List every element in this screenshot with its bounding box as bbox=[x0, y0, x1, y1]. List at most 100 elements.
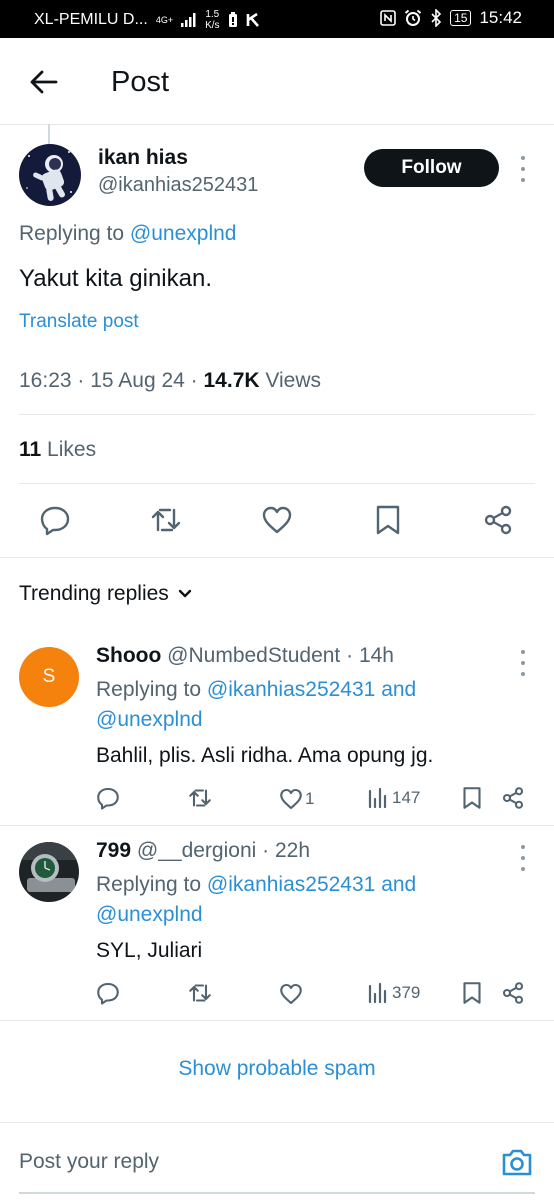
reply-header: Shooo @NumbedStudent · 14h bbox=[96, 644, 394, 667]
astronaut-avatar-image bbox=[19, 144, 81, 206]
reply-more-options-icon[interactable] bbox=[518, 845, 528, 871]
author-handle[interactable]: @ikanhias252431 bbox=[98, 174, 258, 197]
post-date[interactable]: 15 Aug 24 bbox=[90, 369, 185, 392]
reply-avatar[interactable] bbox=[19, 842, 79, 902]
signal-icon bbox=[181, 13, 196, 27]
trending-label: Trending replies bbox=[19, 582, 169, 605]
like-icon bbox=[280, 788, 302, 810]
back-arrow-icon[interactable] bbox=[28, 66, 60, 98]
composer-underline bbox=[19, 1192, 535, 1194]
chevron-down-icon bbox=[178, 589, 192, 598]
reply-replying-to-cont: @unexplnd bbox=[96, 903, 203, 927]
likes-summary[interactable]: 11 Likes bbox=[19, 438, 96, 462]
mention-link[interactable]: @ikanhias252431 bbox=[207, 678, 375, 701]
mention-link[interactable]: @unexplnd bbox=[96, 708, 203, 731]
header-divider bbox=[0, 124, 554, 125]
like-count: 1 bbox=[305, 789, 315, 808]
clock: 15:42 bbox=[479, 8, 522, 27]
likes-label: Likes bbox=[47, 438, 97, 461]
reply-avatar[interactable]: S bbox=[19, 647, 79, 707]
reply-views-stat[interactable]: 147 bbox=[368, 787, 420, 809]
app-k-icon bbox=[246, 13, 259, 27]
battery-saver-icon bbox=[228, 12, 237, 27]
alarm-icon bbox=[404, 9, 422, 26]
bookmark-icon[interactable] bbox=[372, 504, 404, 536]
reply-replying-to-cont: @unexplnd bbox=[96, 708, 203, 732]
reply-divider bbox=[0, 1020, 554, 1021]
analytics-icon bbox=[368, 787, 387, 809]
reply-replying-to: Replying to @ikanhias252431 and bbox=[96, 873, 416, 897]
network-type: 4G+ bbox=[155, 14, 174, 25]
repost-icon[interactable] bbox=[188, 786, 212, 810]
mention-and: and bbox=[381, 873, 417, 896]
reply-icon[interactable] bbox=[96, 786, 120, 810]
reply-divider bbox=[0, 825, 554, 826]
trending-replies-dropdown[interactable]: Trending replies bbox=[19, 582, 193, 606]
reply-text: Bahlil, plis. Asli ridha. Ama opung jg. bbox=[96, 744, 434, 767]
views-count: 379 bbox=[392, 983, 421, 1002]
views-label: Views bbox=[265, 369, 322, 392]
author-name[interactable]: ikan hias bbox=[98, 146, 188, 170]
replying-prefix: Replying to bbox=[19, 222, 125, 245]
mention-link[interactable]: @unexplnd bbox=[130, 222, 237, 245]
reply-author-name[interactable]: 799 bbox=[96, 839, 131, 862]
composer-divider bbox=[0, 1122, 554, 1123]
thread-connector bbox=[48, 124, 50, 144]
page-title: Post bbox=[111, 66, 170, 98]
more-options-icon[interactable] bbox=[518, 156, 528, 182]
replying-to: Replying to @unexplnd bbox=[19, 222, 236, 246]
show-probable-spam-button[interactable]: Show probable spam bbox=[0, 1057, 554, 1081]
repost-icon[interactable] bbox=[150, 504, 182, 536]
network-speed: 1.5 K/s bbox=[205, 9, 219, 31]
bookmark-icon[interactable] bbox=[460, 786, 484, 810]
reply-views-stat[interactable]: 379 bbox=[368, 982, 420, 1004]
reply-icon[interactable] bbox=[96, 981, 120, 1005]
post-meta: 16:23 · 15 Aug 24 · 14.7K Views bbox=[19, 369, 322, 392]
follow-button[interactable]: Follow bbox=[364, 149, 499, 187]
likes-divider bbox=[19, 483, 535, 484]
like-icon[interactable] bbox=[261, 504, 293, 536]
reply-age: 22h bbox=[274, 839, 311, 862]
top-app-bar: Post bbox=[0, 38, 554, 124]
nfc-icon bbox=[380, 10, 396, 26]
watch-avatar-image bbox=[19, 842, 79, 902]
actions-divider bbox=[0, 557, 554, 558]
bluetooth-icon bbox=[431, 9, 442, 27]
post-time[interactable]: 16:23 bbox=[19, 369, 72, 392]
reply-more-options-icon[interactable] bbox=[518, 650, 528, 676]
views-count: 14.7K bbox=[203, 369, 260, 392]
camera-icon[interactable] bbox=[500, 1146, 534, 1178]
reply-age: 14h bbox=[358, 644, 394, 667]
reply-text: SYL, Juliari bbox=[96, 939, 203, 962]
battery-indicator: 15 bbox=[450, 10, 472, 26]
translate-post-link[interactable]: Translate post bbox=[19, 311, 139, 333]
reply-like-stat[interactable] bbox=[279, 982, 305, 1006]
repost-icon[interactable] bbox=[188, 981, 212, 1005]
author-avatar[interactable] bbox=[19, 144, 81, 206]
bookmark-icon[interactable] bbox=[460, 981, 484, 1005]
share-icon[interactable] bbox=[501, 786, 525, 810]
meta-divider bbox=[19, 414, 535, 415]
reply-author-handle[interactable]: @NumbedStudent bbox=[167, 644, 340, 667]
share-icon[interactable] bbox=[482, 504, 514, 536]
reply-input[interactable] bbox=[19, 1150, 469, 1174]
status-bar: XL-PEMILU D... 4G+ 1.5 K/s 15 15:42 bbox=[0, 0, 554, 38]
views-count: 147 bbox=[392, 788, 421, 807]
reply-author-name[interactable]: Shooo bbox=[96, 644, 161, 667]
reply-header: 799 @__dergioni · 22h bbox=[96, 839, 311, 862]
share-icon[interactable] bbox=[501, 981, 525, 1005]
like-icon bbox=[280, 983, 302, 1005]
replying-prefix: Replying to bbox=[96, 873, 202, 896]
likes-count: 11 bbox=[19, 438, 42, 461]
post-text: Yakut kita ginikan. bbox=[19, 265, 212, 292]
speed-unit: K/s bbox=[205, 20, 220, 31]
carrier-name: XL-PEMILU D... bbox=[34, 11, 148, 28]
reply-like-stat[interactable]: 1 bbox=[279, 787, 314, 811]
mention-and: and bbox=[381, 678, 417, 701]
reply-author-handle[interactable]: @__dergioni bbox=[137, 839, 256, 862]
reply-icon[interactable] bbox=[39, 504, 71, 536]
mention-link[interactable]: @ikanhias252431 bbox=[207, 873, 375, 896]
speed-value: 1.5 bbox=[205, 9, 220, 20]
mention-link[interactable]: @unexplnd bbox=[96, 903, 203, 926]
reply-replying-to: Replying to @ikanhias252431 and bbox=[96, 678, 416, 702]
